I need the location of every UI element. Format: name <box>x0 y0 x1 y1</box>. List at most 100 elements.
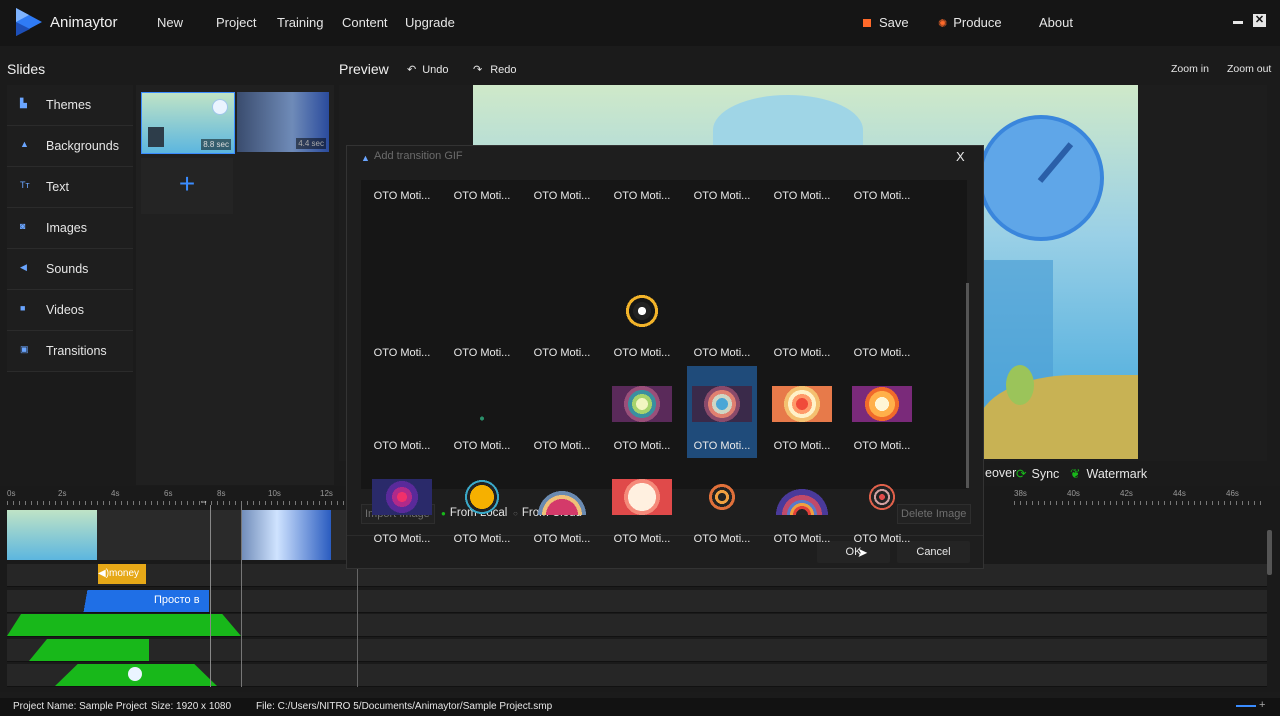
image-clip-people[interactable] <box>29 639 149 661</box>
gif-item[interactable]: OTO Moti... <box>447 180 517 210</box>
gif-item[interactable]: OTO Moti... <box>447 366 517 458</box>
gif-thumbnail <box>372 200 432 236</box>
ruler-ticks <box>1014 501 1264 505</box>
gif-item[interactable]: OTO Moti... <box>847 366 917 458</box>
gif-item[interactable]: OTO Moti... <box>527 273 597 365</box>
gif-item-label: OTO Moti... <box>613 190 671 202</box>
gif-item[interactable]: OTO Moti... <box>847 459 917 551</box>
gif-grid-scrollbar[interactable] <box>966 283 969 488</box>
add-slide-button[interactable]: + <box>141 158 233 214</box>
nav-images-label: Images <box>46 221 87 235</box>
tree-shape <box>1006 365 1034 405</box>
menu-upgrade[interactable]: Upgrade <box>405 15 455 30</box>
audio-clip-label: money <box>109 568 140 579</box>
gif-item-label: OTO Moti... <box>373 533 431 545</box>
gif-thumbnail <box>612 479 672 515</box>
clip-slide-2[interactable] <box>241 510 331 560</box>
gif-item[interactable]: OTO Moti... <box>767 273 837 365</box>
nav-text[interactable]: Tт Text <box>7 167 133 208</box>
nav-transitions[interactable]: ▣ Transitions <box>7 331 133 372</box>
zoom-slider[interactable] <box>1236 705 1256 707</box>
themes-icon: ▙ <box>20 98 27 108</box>
playhead-handle[interactable]: ⇔ <box>199 496 208 506</box>
gif-item-label: OTO Moti... <box>533 440 591 452</box>
undo-button[interactable]: ↶ Undo <box>407 63 449 76</box>
nav-videos-label: Videos <box>46 303 84 317</box>
nav-videos[interactable]: ■ Videos <box>7 290 133 331</box>
gif-item[interactable]: OTO Moti... <box>607 459 677 551</box>
nav-themes[interactable]: ▙ Themes <box>7 85 133 126</box>
save-label: Save <box>879 15 909 30</box>
gif-thumbnail <box>532 293 592 329</box>
gif-item[interactable]: OTO Moti... <box>847 273 917 365</box>
menu-new[interactable]: New <box>157 15 183 30</box>
sync-button[interactable]: ⟳ Sync <box>1016 466 1059 481</box>
gif-item[interactable]: OTO Moti... <box>687 180 757 210</box>
tick-label: 42s <box>1120 489 1133 498</box>
timeline-scrollbar[interactable] <box>1267 530 1272 575</box>
gif-item[interactable]: OTO Moti... <box>767 180 837 210</box>
gif-item[interactable]: OTO Moti... <box>607 180 677 210</box>
gif-item-label: OTO Moti... <box>693 533 751 545</box>
gif-item[interactable]: OTO Moti... <box>447 459 517 551</box>
gif-item-label: OTO Moti... <box>533 347 591 359</box>
tick-label: 2s <box>58 489 67 498</box>
image-clip-clock[interactable] <box>55 664 217 686</box>
nav-sounds[interactable]: ◀ Sounds <box>7 249 133 290</box>
zoom-out-button[interactable]: Zoom out <box>1227 63 1271 75</box>
gif-item[interactable]: OTO Moti... <box>687 366 757 458</box>
gif-item[interactable]: OTO Moti... <box>527 459 597 551</box>
gif-item[interactable]: OTO Moti... <box>607 366 677 458</box>
image-clip-landscape[interactable] <box>7 614 241 636</box>
dialog-close-button[interactable]: X <box>956 149 965 164</box>
menu-project[interactable]: Project <box>216 15 256 30</box>
nav-text-label: Text <box>46 180 69 194</box>
audio-clip-money[interactable]: ◀)money <box>98 564 146 584</box>
produce-button[interactable]: ✺ Produce <box>938 15 1002 30</box>
gif-item[interactable]: OTO Moti... <box>527 180 597 210</box>
menu-content[interactable]: Content <box>342 15 388 30</box>
sound-icon: ◀ <box>20 262 27 272</box>
gif-item[interactable]: OTO Moti... <box>687 273 757 365</box>
save-button[interactable]: Save <box>863 15 909 30</box>
gif-item-label: OTO Moti... <box>613 440 671 452</box>
gif-item[interactable]: OTO Moti... <box>447 273 517 365</box>
slide-thumb-1[interactable]: 8.8 sec <box>141 92 235 154</box>
gif-item[interactable]: OTO Moti... <box>527 366 597 458</box>
zoom-plus-icon[interactable]: + <box>1259 699 1265 711</box>
status-file: File: C:/Users/NITRO 5/Documents/Animayt… <box>256 701 553 712</box>
gif-item[interactable]: OTO Moti... <box>367 459 437 551</box>
clip-slide-1[interactable] <box>7 510 97 560</box>
nav-backgrounds[interactable]: ▲ Backgrounds <box>7 126 133 167</box>
gif-item-label: OTO Moti... <box>853 190 911 202</box>
slides-side-nav: ▙ Themes ▲ Backgrounds Tт Text ◙ Images ◀ Sou… <box>7 85 133 485</box>
dialog-title: Add transition GIF <box>374 150 463 162</box>
gif-item[interactable]: OTO Moti... <box>767 459 837 551</box>
text-clip[interactable]: Просто в <box>67 590 209 612</box>
gif-item[interactable]: OTO Moti... <box>367 366 437 458</box>
gif-item-label: OTO Moti... <box>693 440 751 452</box>
zoom-in-button[interactable]: Zoom in <box>1171 63 1209 75</box>
gif-item[interactable]: OTO Moti... <box>367 180 437 210</box>
tick-label: 40s <box>1067 489 1080 498</box>
gif-item[interactable]: OTO Moti... <box>607 273 677 365</box>
nav-images[interactable]: ◙ Images <box>7 208 133 249</box>
gif-item[interactable]: OTO Moti... <box>847 180 917 210</box>
gif-item[interactable]: OTO Moti... <box>367 273 437 365</box>
clock-icon <box>128 667 142 681</box>
redo-button[interactable]: ↷ Redo <box>473 63 517 76</box>
redo-icon: ↷ <box>473 64 483 76</box>
menu-training[interactable]: Training <box>277 15 323 30</box>
clock-hand <box>1037 142 1074 183</box>
gif-item[interactable]: OTO Moti... <box>687 459 757 551</box>
tick-label: 12s <box>320 489 333 498</box>
watermark-button[interactable]: ❦ Watermark <box>1070 466 1147 481</box>
minimize-icon[interactable] <box>1233 21 1243 24</box>
produce-icon: ✺ <box>938 18 948 30</box>
about-button[interactable]: About <box>1039 15 1073 30</box>
hover-tool[interactable]: eover <box>985 466 1016 480</box>
gif-item-label: OTO Moti... <box>373 440 431 452</box>
gif-item[interactable]: OTO Moti... <box>767 366 837 458</box>
slide-thumb-2[interactable]: 4.4 sec <box>237 92 329 152</box>
close-window-icon[interactable]: ✕ <box>1253 14 1266 27</box>
